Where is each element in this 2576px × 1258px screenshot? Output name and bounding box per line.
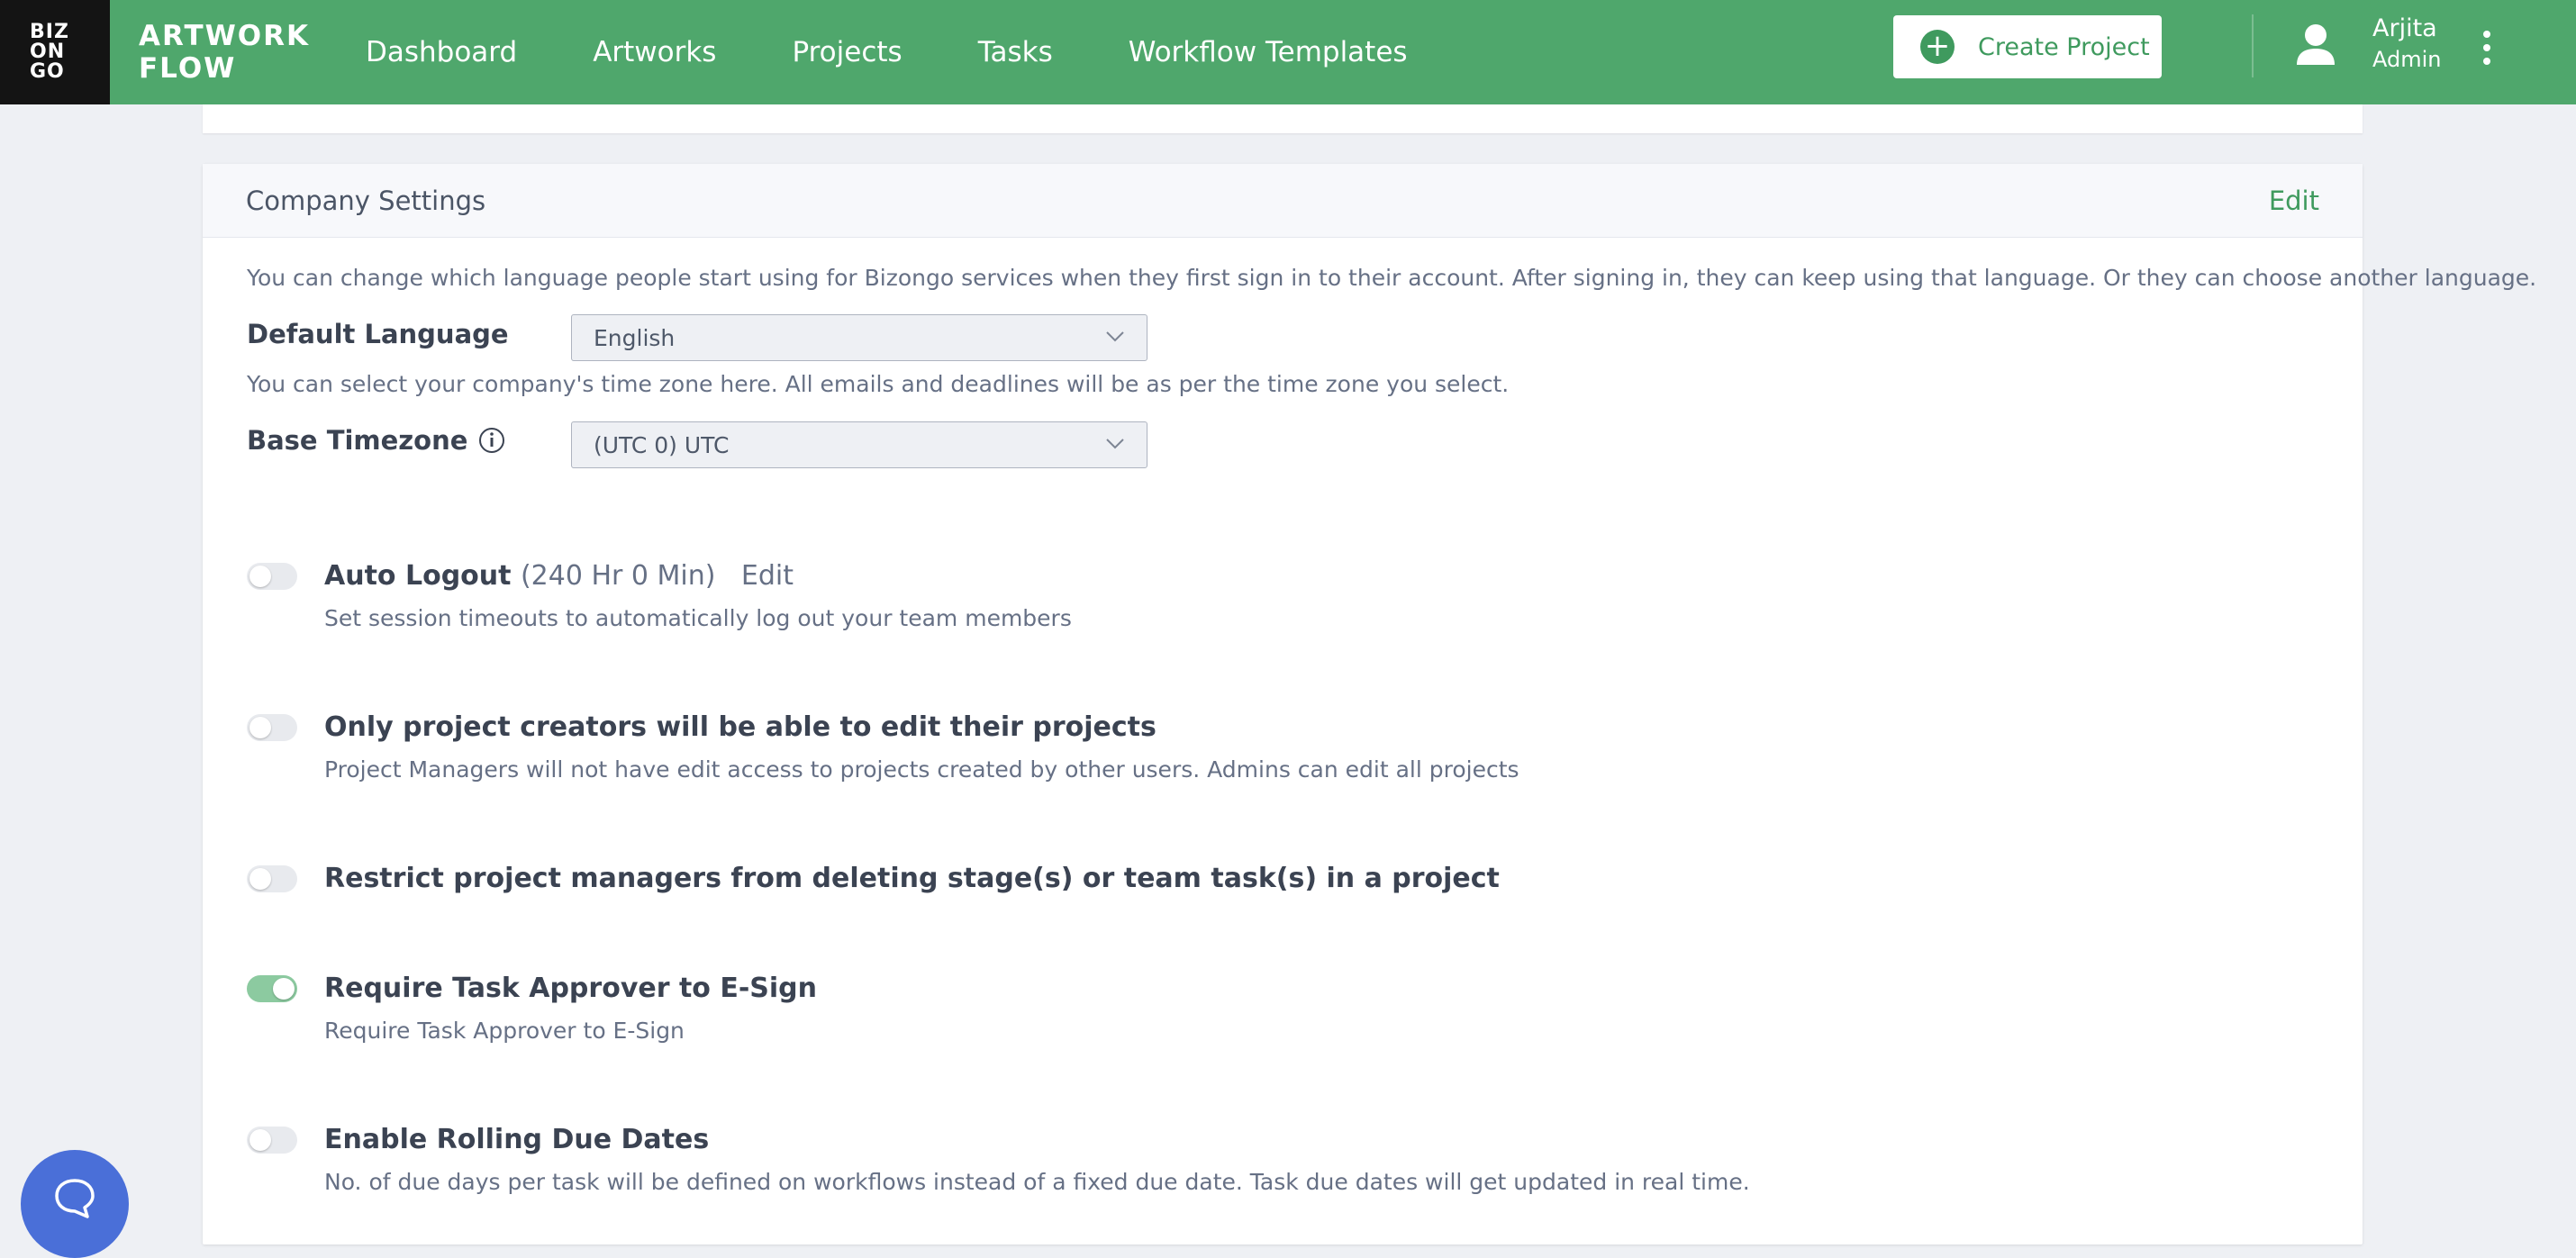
user-name[interactable]: Arjita [2372, 14, 2437, 42]
create-project-label: Create Project [1978, 32, 2150, 61]
base-timezone-label-text: Base Timezone [247, 425, 468, 456]
creator-only-edit-description: Project Managers will not have edit acce… [324, 756, 1519, 783]
nav-projects[interactable]: Projects [792, 36, 902, 68]
require-esign-title: Require Task Approver to E-Sign [324, 973, 818, 1004]
card-header: Company Settings Edit [203, 164, 2363, 238]
nav-workflow-templates[interactable]: Workflow Templates [1129, 36, 1408, 68]
create-project-button[interactable]: + Create Project [1893, 15, 2162, 78]
rolling-due-dates-toggle[interactable] [247, 1127, 297, 1154]
chevron-down-icon [1106, 331, 1124, 342]
auto-logout-description: Set session timeouts to automatically lo… [324, 605, 1072, 631]
creator-only-edit-title: Only project creators will be able to ed… [324, 711, 1156, 743]
chat-support-button[interactable] [21, 1150, 129, 1258]
toggle-knob [249, 1129, 271, 1151]
company-settings-card: Company Settings Edit You can change whi… [203, 164, 2536, 1244]
chat-bubble-icon [55, 1179, 95, 1218]
bizongo-logo[interactable]: BIZ ON GO [0, 0, 110, 104]
timezone-help-text: You can select your company's time zone … [247, 371, 1510, 397]
card-title: Company Settings [246, 185, 486, 216]
top-navbar: BIZ ON GO ARTWORK FLOW Dashboard Artwork… [0, 0, 2576, 104]
brand-line-2: FLOW [139, 52, 237, 85]
default-language-select[interactable]: English [571, 314, 1147, 361]
language-help-text: You can change which language people sta… [247, 265, 2537, 291]
rolling-due-dates-description: No. of due days per task will be defined… [324, 1169, 1750, 1195]
more-options-icon[interactable] [2481, 31, 2493, 65]
toggle-knob [249, 566, 271, 587]
nav-artworks[interactable]: Artworks [593, 36, 716, 68]
rolling-due-dates-title: Enable Rolling Due Dates [324, 1124, 710, 1155]
auto-logout-title: Auto Logout (240 Hr 0 Min) Edit [324, 560, 794, 592]
edit-company-settings-link[interactable]: Edit [2269, 186, 2319, 216]
default-language-value: English [594, 324, 676, 351]
chevron-down-icon [1106, 439, 1124, 449]
logo-text: BIZ ON GO [30, 21, 69, 83]
toggle-knob [249, 717, 271, 738]
nav-dashboard[interactable]: Dashboard [366, 36, 517, 68]
toggle-knob [249, 868, 271, 890]
nav-divider [2252, 14, 2254, 77]
require-esign-toggle[interactable] [247, 975, 297, 1002]
info-icon[interactable] [478, 427, 505, 454]
restrict-delete-toggle[interactable] [247, 865, 297, 892]
toggle-knob [273, 978, 295, 1000]
user-icon[interactable] [2295, 23, 2336, 67]
nav-tasks[interactable]: Tasks [978, 36, 1053, 68]
previous-card-bottom [203, 104, 2363, 133]
brand-line-1: ARTWORK [139, 20, 311, 52]
auto-logout-duration: (240 Hr 0 Min) [520, 560, 716, 592]
default-language-label: Default Language [247, 319, 509, 349]
user-role: Admin [2372, 47, 2442, 72]
base-timezone-select[interactable]: (UTC 0) UTC [571, 421, 1147, 468]
auto-logout-title-text: Auto Logout [324, 560, 512, 592]
base-timezone-value: (UTC 0) UTC [594, 431, 730, 458]
restrict-delete-title: Restrict project managers from deleting … [324, 863, 1500, 894]
require-esign-description: Require Task Approver to E-Sign [324, 1018, 685, 1044]
auto-logout-edit-link[interactable]: Edit [741, 560, 794, 592]
creator-only-edit-toggle[interactable] [247, 714, 297, 741]
plus-circle-icon: + [1920, 30, 1955, 64]
app-brand[interactable]: ARTWORK FLOW [139, 20, 310, 85]
main-nav: Dashboard Artworks Projects Tasks Workfl… [366, 0, 1483, 104]
base-timezone-label: Base Timezone [247, 425, 505, 456]
default-language-label-text: Default Language [247, 319, 509, 349]
auto-logout-toggle[interactable] [247, 563, 297, 590]
